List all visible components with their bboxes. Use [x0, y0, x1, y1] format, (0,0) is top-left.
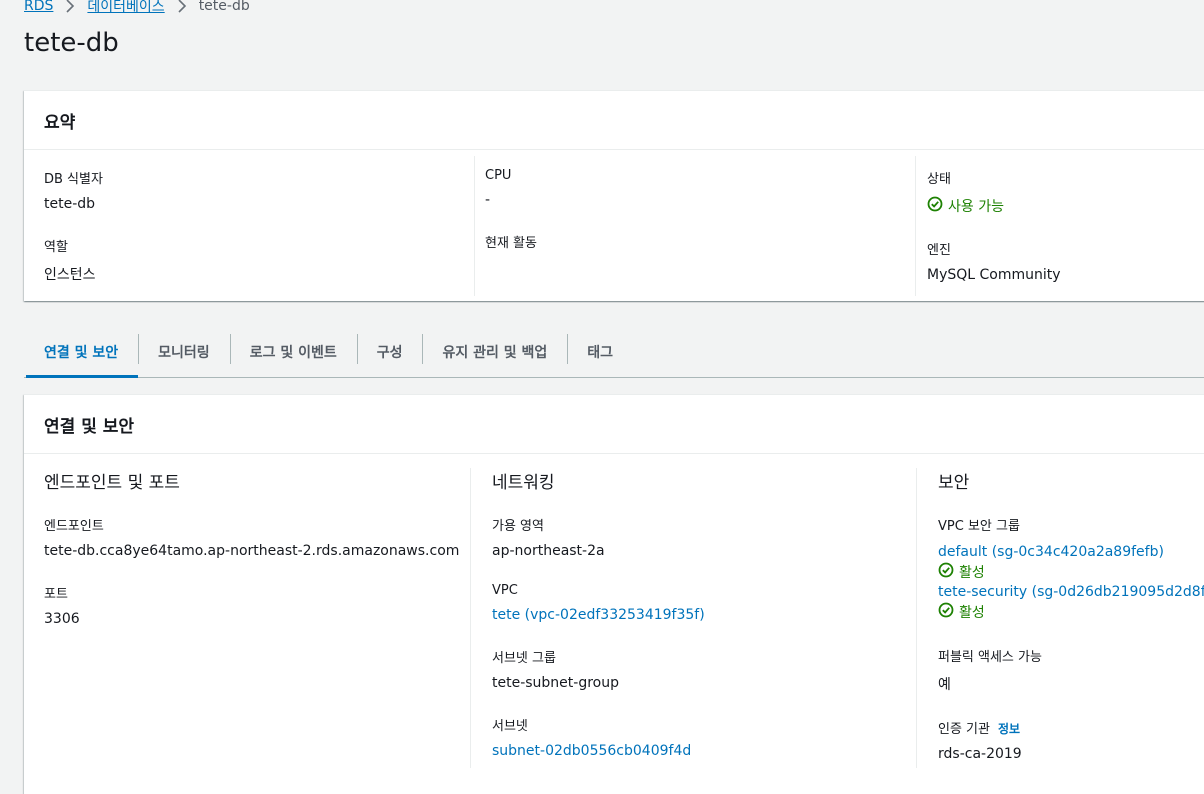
summary-column-3: 상태 사용 가능 엔진 MySQL Community: [915, 156, 1204, 296]
tab-label: 연결 및 보안: [44, 344, 119, 361]
current-activity-label: 현재 활동: [485, 236, 537, 251]
summary-panel: 요약 DB 식별자 tete-db 역할 인스턴스 CPU - 현재 활동 상태: [24, 90, 1204, 301]
breadcrumb-current: tete-db: [198, 0, 250, 14]
db-identifier-value: tete-db: [44, 196, 96, 212]
availability-zone-label: 가용 영역: [492, 519, 544, 534]
subnet-link[interactable]: subnet-02db0556cb0409f4d: [492, 743, 691, 759]
certificate-authority-label: 인증 기관 정보: [938, 718, 1204, 737]
status-value: 사용 가능: [948, 199, 1004, 215]
summary-column-1: DB 식별자 tete-db 역할 인스턴스: [44, 168, 474, 308]
status-label: 상태: [927, 172, 951, 187]
port-value: 3306: [44, 611, 80, 627]
tab-label: 구성: [376, 344, 403, 361]
subnet-group-value: tete-subnet-group: [492, 675, 619, 691]
breadcrumb-rds-link[interactable]: RDS: [24, 0, 53, 14]
security-group-status: 활성: [938, 562, 1204, 582]
chevron-right-icon: [65, 0, 75, 13]
role-value: 인스턴스: [44, 267, 96, 283]
role-label: 역할: [44, 240, 68, 255]
security-group-link[interactable]: default (sg-0c34c420a2a89fefb): [938, 544, 1164, 560]
tab-label: 태그: [587, 344, 614, 361]
public-access-value: 예: [938, 677, 951, 693]
check-circle-icon: [938, 562, 954, 582]
endpoint-column: 엔드포인트 및 포트 엔드포인트 tete-db.cca8ye64tamo.ap…: [44, 468, 464, 768]
summary-column-2: CPU - 현재 활동: [474, 156, 915, 296]
breadcrumb-databases-link[interactable]: 데이터베이스: [87, 0, 164, 16]
engine-label: 엔진: [927, 243, 951, 258]
security-group-status: 활성: [938, 602, 1204, 622]
subnets-label: 서브넷: [492, 719, 528, 734]
tab-monitoring[interactable]: 모니터링: [138, 326, 230, 377]
subnet-group-label: 서브넷 그룹: [492, 651, 556, 666]
tab-connectivity-security[interactable]: 연결 및 보안: [24, 326, 139, 378]
cpu-label: CPU: [485, 168, 512, 183]
db-identifier-label: DB 식별자: [44, 172, 103, 187]
page-title: tete-db: [24, 28, 119, 58]
chevron-right-icon: [177, 0, 187, 13]
tab-label: 유지 관리 및 백업: [442, 344, 548, 361]
networking-section-title: 네트워킹: [492, 473, 555, 493]
endpoint-value: tete-db.cca8ye64tamo.ap-northeast-2.rds.…: [44, 543, 460, 559]
availability-zone-value: ap-northeast-2a: [492, 543, 605, 559]
security-section-title: 보안: [938, 473, 970, 493]
security-group-status-text: 활성: [959, 565, 985, 581]
vpc-link[interactable]: tete (vpc-02edf33253419f35f): [492, 607, 705, 623]
public-access-label: 퍼블릭 액세스 가능: [938, 650, 1042, 665]
vpc-security-groups-label: VPC 보안 그룹: [938, 519, 1020, 534]
info-link[interactable]: 정보: [998, 722, 1020, 736]
security-group-status-text: 활성: [959, 605, 985, 621]
summary-header: 요약: [24, 91, 1204, 150]
tab-label: 모니터링: [158, 344, 210, 361]
tab-maintenance-backup[interactable]: 유지 관리 및 백업: [422, 326, 567, 377]
tab-logs-events[interactable]: 로그 및 이벤트: [229, 326, 357, 377]
connectivity-header: 연결 및 보안: [24, 395, 1204, 454]
tab-tags[interactable]: 태그: [567, 326, 633, 377]
engine-value: MySQL Community: [927, 267, 1061, 283]
tab-label: 로그 및 이벤트: [249, 344, 337, 361]
endpoint-section-title: 엔드포인트 및 포트: [44, 473, 180, 493]
check-circle-icon: [938, 602, 954, 622]
cpu-value: -: [485, 192, 491, 208]
vpc-label: VPC: [492, 583, 518, 598]
endpoint-label: 엔드포인트: [44, 519, 104, 534]
check-circle-icon: [927, 196, 943, 216]
certificate-authority-label-text: 인증 기관: [938, 722, 990, 737]
networking-column: 네트워킹 가용 영역 ap-northeast-2a VPC tete (vpc…: [470, 468, 916, 768]
security-column: 보안 VPC 보안 그룹 default (sg-0c34c420a2a89fe…: [916, 468, 1204, 768]
detail-tabs: 연결 및 보안 모니터링 로그 및 이벤트 구성 유지 관리 및 백업 태그: [24, 326, 1204, 378]
tab-configuration[interactable]: 구성: [356, 326, 423, 377]
security-group-link[interactable]: tete-security (sg-0d26db219095d2d8f): [938, 584, 1204, 600]
status-badge: 사용 가능: [927, 196, 1204, 216]
connectivity-security-panel: 연결 및 보안 엔드포인트 및 포트 엔드포인트 tete-db.cca8ye6…: [24, 394, 1204, 794]
port-label: 포트: [44, 587, 68, 602]
breadcrumb: RDS 데이터베이스 tete-db: [24, 0, 250, 16]
